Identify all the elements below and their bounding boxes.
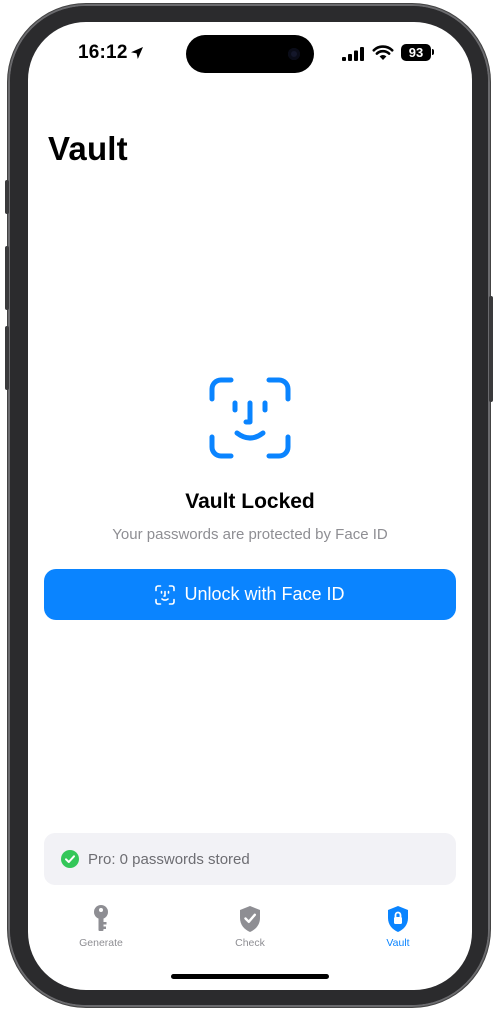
tab-vault[interactable]: Vault: [338, 894, 458, 954]
dynamic-island: [186, 35, 314, 73]
pro-status-label: Pro: 0 passwords stored: [88, 850, 250, 868]
locked-subtitle: Your passwords are protected by Face ID: [112, 526, 388, 543]
lock-shield-icon: [388, 906, 408, 932]
page-title: Vault: [48, 130, 128, 167]
key-icon: [94, 905, 108, 931]
status-bar: 16:12 93: [28, 22, 472, 82]
locked-title: Vault Locked: [185, 490, 315, 513]
tab-bar: Generate Check Vault: [28, 894, 472, 954]
unlock-with-face-id-button[interactable]: Unlock with Face ID: [44, 569, 456, 620]
checkmark-circle-icon: [61, 850, 79, 868]
tab-vault-label: Vault: [386, 937, 410, 949]
pro-status-banner: Pro: 0 passwords stored: [44, 833, 456, 885]
face-id-small-icon: [155, 584, 176, 605]
volume-down-button: [5, 326, 9, 390]
tab-generate-label: Generate: [79, 937, 123, 949]
battery-tip: [432, 49, 434, 55]
volume-up-button: [5, 246, 9, 310]
screen: 16:12 93 Vault Vault Locked Your passwor…: [28, 22, 472, 990]
tab-check[interactable]: Check: [190, 894, 310, 954]
face-id-icon: [209, 377, 291, 459]
tab-check-label: Check: [235, 937, 265, 949]
unlock-button-label: Unlock with Face ID: [184, 584, 345, 604]
front-camera: [288, 48, 300, 60]
status-time: 16:12: [78, 42, 128, 63]
wifi-icon: [372, 45, 394, 60]
power-button: [489, 296, 493, 402]
location-arrow-icon: [131, 47, 143, 59]
shield-check-icon: [240, 906, 260, 932]
cellular-signal-icon: [342, 47, 364, 61]
home-indicator[interactable]: [171, 974, 329, 979]
action-button: [5, 180, 9, 214]
battery-icon: 93: [401, 44, 431, 61]
tab-generate[interactable]: Generate: [41, 894, 161, 954]
